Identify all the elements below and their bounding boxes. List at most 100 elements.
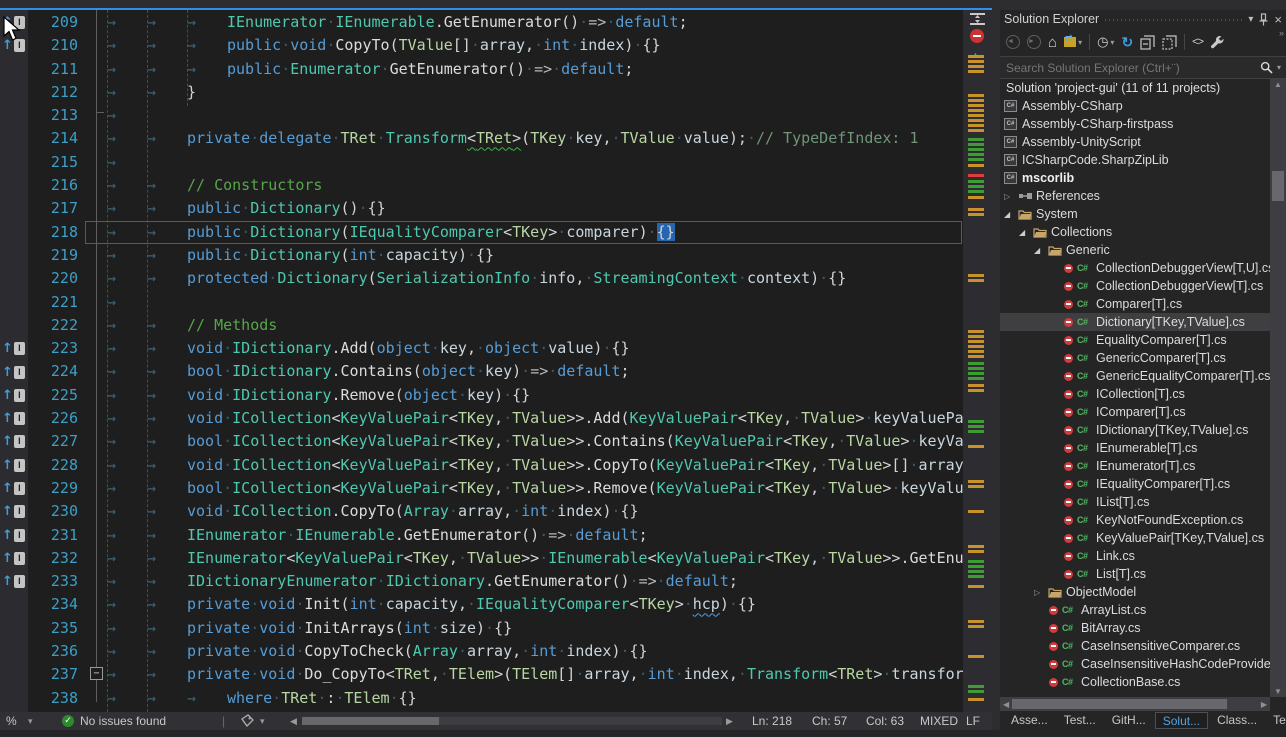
tree-vscrollbar[interactable]: ▲ ▼	[1270, 79, 1286, 697]
fold-collapse-button[interactable]: −	[90, 667, 103, 680]
collapse-arrow-icon[interactable]: ◢	[1034, 246, 1048, 255]
tree-item-link-cs[interactable]: C#Link.cs	[1000, 547, 1270, 565]
code-line[interactable]: ↑I232→→IEnumerator<KeyValuePair<TKey,·TV…	[0, 547, 992, 570]
tree-item-icomparer-t-cs[interactable]: C#IComparer[T].cs	[1000, 403, 1270, 421]
code-line[interactable]: 234→→private·void·Init(int·capacity,·IEq…	[0, 593, 992, 616]
split-editor-handle[interactable]	[969, 12, 986, 26]
code-editor[interactable]: ↑I209→→→IEnumerator·IEnumerable.GetEnume…	[0, 10, 992, 712]
code-line[interactable]: ↑I230→→void·ICollection.CopyTo(Array·arr…	[0, 500, 992, 523]
tree-item-assembly-csharp-firstpass[interactable]: C#Assembly-CSharp-firstpass	[1000, 115, 1270, 133]
implements-gutter-icon[interactable]: ↑I	[0, 570, 28, 593]
back-button[interactable]: ◄	[1006, 35, 1020, 49]
tree-item-icsharpcode-sharpziplib[interactable]: C#ICSharpCode.SharpZipLib	[1000, 151, 1270, 169]
tree-item-collections[interactable]: ◢Collections	[1000, 223, 1270, 241]
hscroll-right-arrow[interactable]: ▶	[726, 712, 733, 730]
tree-item-keynotfoundexception-cs[interactable]: C#KeyNotFoundException.cs	[1000, 511, 1270, 529]
collapse-arrow-icon[interactable]: ◢	[1019, 228, 1033, 237]
code-line[interactable]: ↑I224→→bool·IDictionary.Contains(object·…	[0, 360, 992, 383]
tool-tab-solut[interactable]: Solut...	[1155, 712, 1208, 729]
switch-views-button[interactable]: ▾	[1064, 37, 1082, 47]
tree-item-collectiondebuggerview-t-cs[interactable]: C#CollectionDebuggerView[T].cs	[1000, 277, 1270, 295]
issues-status[interactable]: ✓ No issues found	[62, 712, 166, 730]
code-line[interactable]: 235→→private·void·InitArrays(int·size)·{…	[0, 617, 992, 640]
view-code-button[interactable]: <>	[1192, 36, 1203, 48]
refresh-button[interactable]: ↻	[1121, 34, 1133, 51]
tree-item-arraylist-cs[interactable]: C#ArrayList.cs	[1000, 601, 1270, 619]
code-line[interactable]: ↑I210→→→public·void·CopyTo(TValue[]·arra…	[0, 34, 992, 57]
tree-item-genericcomparer-t-cs[interactable]: C#GenericComparer[T].cs	[1000, 349, 1270, 367]
zoom-control[interactable]: %	[6, 712, 17, 730]
code-line[interactable]: ↑I228→→void·ICollection<KeyValuePair<TKe…	[0, 454, 992, 477]
tree-item-idictionary-tkey-tvalue-cs[interactable]: C#IDictionary[TKey,TValue].cs	[1000, 421, 1270, 439]
filter-dropdown-icon[interactable]: ▾	[1110, 38, 1114, 47]
collapse-arrow-icon[interactable]: ◢	[1004, 210, 1018, 219]
tree-scroll-right-icon[interactable]: ▶	[1258, 700, 1270, 709]
marker-format-icon[interactable]	[240, 712, 256, 730]
tree-item-assembly-unityscript[interactable]: C#Assembly-UnityScript	[1000, 133, 1270, 151]
hscroll-left-arrow[interactable]: ◀	[290, 712, 297, 730]
tool-tab-test[interactable]: Test...	[1057, 712, 1103, 729]
tree-item-genericequalitycomparer-t-cs[interactable]: C#GenericEqualityComparer[T].cs	[1000, 367, 1270, 385]
code-line[interactable]: 236→→private·void·CopyToCheck(Array·arra…	[0, 640, 992, 663]
tree-item-icollection-t-cs[interactable]: C#ICollection[T].cs	[1000, 385, 1270, 403]
editor-hscrollbar-thumb[interactable]	[302, 717, 439, 725]
tree-item-ienumerable-t-cs[interactable]: C#IEnumerable[T].cs	[1000, 439, 1270, 457]
code-line[interactable]: 221→	[0, 291, 992, 314]
tree-item-dictionary-tkey-tvalue-cs[interactable]: C#Dictionary[TKey,TValue].cs	[1000, 313, 1270, 331]
code-line[interactable]: ↑I223→→void·IDictionary.Add(object·key,·…	[0, 337, 992, 360]
tree-item-ienumerator-t-cs[interactable]: C#IEnumerator[T].cs	[1000, 457, 1270, 475]
implements-gutter-icon[interactable]: ↑I	[0, 430, 28, 453]
tool-tab-gith[interactable]: GitH...	[1105, 712, 1153, 729]
tree-item-references[interactable]: ▷References	[1000, 187, 1270, 205]
collapse-all-button[interactable]	[1140, 35, 1155, 50]
code-line[interactable]: ↑I227→→bool·ICollection<KeyValuePair<TKe…	[0, 430, 992, 453]
implements-gutter-icon[interactable]: ↑I	[0, 500, 28, 523]
code-line[interactable]: 213→	[0, 104, 992, 127]
tree-item-comparer-t-cs[interactable]: C#Comparer[T].cs	[1000, 295, 1270, 313]
code-line[interactable]: 220→→protected·Dictionary(SerializationI…	[0, 267, 992, 290]
code-line[interactable]: 218→→public·Dictionary(IEqualityComparer…	[0, 221, 992, 244]
search-icon[interactable]	[1260, 61, 1273, 74]
tree-item-ilist-t-cs[interactable]: C#IList[T].cs	[1000, 493, 1270, 511]
tree-hscrollbar-thumb[interactable]	[1012, 699, 1227, 709]
pin-icon[interactable]	[1259, 13, 1268, 26]
tree-scroll-left-icon[interactable]: ◀	[1000, 700, 1012, 709]
code-line[interactable]: 217→→public·Dictionary()·{}	[0, 197, 992, 220]
expand-arrow-icon[interactable]: ▷	[1034, 588, 1048, 597]
tree-item-objectmodel[interactable]: ▷ObjectModel	[1000, 583, 1270, 601]
solution-explorer-titlebar[interactable]: Solution Explorer ▾ ×	[1000, 10, 1286, 28]
tree-item-generic[interactable]: ◢Generic	[1000, 241, 1270, 259]
tree-item-system[interactable]: ◢System	[1000, 205, 1270, 223]
home-button[interactable]: ⌂	[1048, 34, 1057, 51]
tree-item-mscorlib[interactable]: C#mscorlib	[1000, 169, 1270, 187]
zoom-dropdown-icon[interactable]: ▾	[28, 712, 33, 730]
tree-item-keyvaluepair-tkey-tvalue-cs[interactable]: C#KeyValuePair[TKey,TValue].cs	[1000, 529, 1270, 547]
switch-views-dropdown-icon[interactable]: ▾	[1078, 38, 1082, 47]
tree-item-solution-project-gui-11-of-11-projects-[interactable]: Solution 'project-gui' (11 of 11 project…	[1000, 79, 1270, 97]
window-position-icon[interactable]: ▾	[1248, 14, 1253, 25]
tool-tab-tea[interactable]: Tea...	[1266, 712, 1286, 729]
search-dropdown-icon[interactable]: ▾	[1277, 63, 1281, 72]
panel-drag-grip[interactable]	[1105, 18, 1242, 23]
code-line[interactable]: 211→→→public·Enumerator·GetEnumerator()·…	[0, 58, 992, 81]
implements-gutter-icon[interactable]: ↑I	[0, 360, 28, 383]
implements-gutter-icon[interactable]: ↑I	[0, 524, 28, 547]
code-line[interactable]: 237→→private·void·Do_CopyTo<TRet,·TElem>…	[0, 663, 992, 686]
tree-vscrollbar-thumb[interactable]	[1272, 171, 1284, 201]
tool-tab-asse[interactable]: Asse...	[1004, 712, 1055, 729]
tree-scroll-down-icon[interactable]: ▼	[1274, 687, 1282, 696]
code-line[interactable]: 222→→// Methods	[0, 314, 992, 337]
tree-hscrollbar[interactable]: ◀ ▶	[1000, 697, 1270, 711]
tree-item-iequalitycomparer-t-cs[interactable]: C#IEqualityComparer[T].cs	[1000, 475, 1270, 493]
code-line[interactable]: 215→	[0, 151, 992, 174]
expand-arrow-icon[interactable]: ▷	[1004, 192, 1018, 201]
forward-button[interactable]: ►	[1027, 35, 1041, 49]
tool-tab-class[interactable]: Class...	[1210, 712, 1264, 729]
tree-item-caseinsensitivehashcodeprovider-cs[interactable]: C#CaseInsensitiveHashCodeProvider.cs	[1000, 655, 1270, 673]
code-line[interactable]: ↑I229→→bool·ICollection<KeyValuePair<TKe…	[0, 477, 992, 500]
tree-scroll-up-icon[interactable]: ▲	[1274, 80, 1282, 89]
close-icon[interactable]: ×	[1274, 12, 1282, 27]
code-analysis-status-icon[interactable]	[970, 29, 984, 43]
code-line[interactable]: 238→→→where·TRet·:·TElem·{}	[0, 687, 992, 710]
code-line[interactable]: 216→→// Constructors	[0, 174, 992, 197]
